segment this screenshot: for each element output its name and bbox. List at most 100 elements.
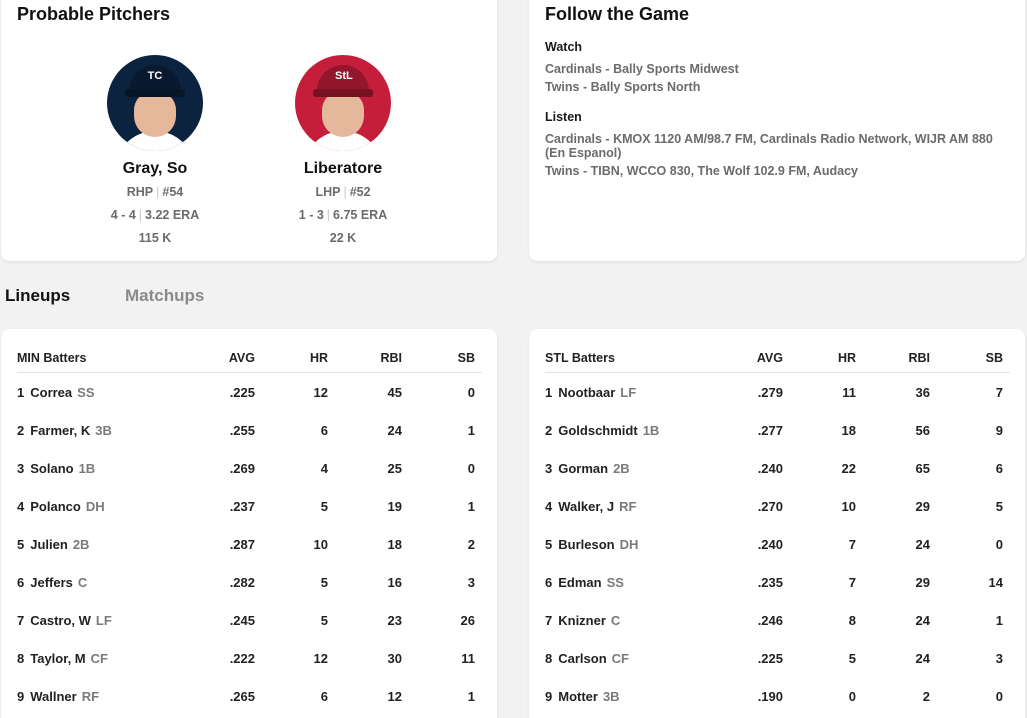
batter-name-link[interactable]: Carlson [558,651,606,666]
rbi-cell: 36 [915,384,930,400]
pitcher-headshot[interactable]: TC [107,55,203,151]
batter-position: LF [95,612,112,628]
hr-cell: 8 [848,612,856,628]
batter-position: LF [620,384,637,400]
hr-cell: 12 [313,384,328,400]
pitcher-name[interactable]: Liberatore [273,160,413,178]
pitcher-strikeouts: 22 K [329,231,357,245]
batter-name-link[interactable]: Solano [30,461,73,476]
table-row: 3 Solano 1B .269 4 25 0 [17,449,482,487]
sb-cell: 0 [995,536,1003,552]
batter-name-link[interactable]: Motter [558,689,598,704]
probable-pitchers-title: Probable Pitchers [17,4,171,24]
rbi-cell: 56 [915,422,930,438]
batter-name-link[interactable]: Gorman [558,461,608,476]
batter-name-link[interactable]: Goldschmidt [558,423,637,438]
tab-matchups[interactable]: Matchups [125,286,204,306]
sb-cell: 3 [995,650,1003,666]
batting-order: 9 [17,688,25,704]
batter-position: 1B [642,422,660,438]
batter-cell: 1 Nootbaar LF [545,385,745,400]
batter-name-link[interactable]: Taylor, M [30,651,85,666]
rbi-cell: 2 [922,688,930,704]
avg-column-header[interactable]: AVG [745,351,783,365]
avg-cell: .225 [757,650,783,666]
batter-name-link[interactable]: Castro, W [30,613,91,628]
table-row: 9 Motter 3B .190 0 2 0 [545,677,1010,715]
pitcher-gray[interactable]: TC Gray, So RHP | #54 4 - 4 | 3.22 ERA 115 K [85,55,225,247]
batter-name-link[interactable]: Julien [30,537,68,552]
pitcher-headshot[interactable]: StL [295,55,391,151]
batter-name-link[interactable]: Polanco [30,499,81,514]
listen-section: Listen Cardinals - KMOX 1120 AM/98.7 FM,… [545,110,1015,182]
avg-cell: .222 [229,650,255,666]
batting-order: 4 [545,498,553,514]
batter-name-link[interactable]: Knizner [558,613,606,628]
rbi-column-header[interactable]: RBI [328,351,402,365]
batter-name-link[interactable]: Wallner [30,689,76,704]
hr-cell: 6 [320,688,328,704]
batter-name-link[interactable]: Nootbaar [558,385,615,400]
tab-lineups[interactable]: Lineups [5,286,70,306]
pitcher-name[interactable]: Gray, So [85,160,225,178]
avg-cell: .240 [757,460,783,476]
avg-cell: .237 [229,498,255,514]
batter-cell: 9 Motter 3B [545,689,745,704]
rbi-column-header[interactable]: RBI [856,351,930,365]
sb-column-header[interactable]: SB [402,351,475,365]
table-row: 7 Castro, W LF .245 5 23 26 [17,601,482,639]
hr-cell: 5 [320,498,328,514]
batter-name-link[interactable]: Walker, J [558,499,614,514]
batter-cell: 5 Julien 2B [17,537,217,552]
avg-cell: .246 [757,612,783,628]
batter-name-link[interactable]: Jeffers [30,575,73,590]
batter-position: 3B [95,422,112,438]
avg-cell: .240 [757,536,783,552]
rbi-cell: 18 [387,536,402,552]
batter-position: C [77,574,88,590]
sb-cell: 2 [467,536,475,552]
batter-name-link[interactable]: Correa [30,385,72,400]
pitcher-liberatore[interactable]: StL Liberatore LHP | #52 1 - 3 | 6.75 ERA 22… [273,55,413,247]
batter-name-link[interactable]: Burleson [558,537,614,552]
batter-cell: 9 Wallner RF [17,689,217,704]
avg-cell: .279 [757,384,783,400]
hr-cell: 0 [848,688,856,704]
sb-cell: 0 [995,688,1003,704]
batter-name-link[interactable]: Edman [558,575,601,590]
pitcher-record-era: 1 - 3 | 6.75 ERA [298,208,388,222]
listen-heading: Listen [545,110,582,124]
rbi-cell: 65 [915,460,930,476]
batting-order: 3 [17,460,25,476]
batter-position: CF [90,650,108,666]
hr-cell: 11 [842,384,856,400]
batter-name-link[interactable]: Farmer, K [30,423,90,438]
sb-column-header[interactable]: SB [930,351,1003,365]
rbi-cell: 25 [387,460,402,476]
batter-cell: 3 Gorman 2B [545,461,745,476]
batter-cell: 1 Correa SS [17,385,217,400]
table-row: 1 Nootbaar LF .279 11 36 7 [545,373,1010,411]
hr-column-header[interactable]: HR [783,351,856,365]
pitcher-era: 6.75 ERA [333,208,388,222]
rbi-cell: 19 [387,498,402,514]
table-row: 2 Farmer, K 3B .255 6 24 1 [17,411,482,449]
batter-cell: 7 Knizner C [545,613,745,628]
watch-heading: Watch [545,40,583,54]
batting-order: 4 [17,498,25,514]
avg-cell: .269 [229,460,255,476]
batting-order: 5 [545,536,553,552]
sb-cell: 5 [995,498,1003,514]
hr-cell: 12 [313,650,328,666]
hr-cell: 7 [848,536,856,552]
hr-column-header[interactable]: HR [255,351,328,365]
batter-position: 1B [78,460,96,476]
batting-order: 5 [17,536,25,552]
sb-cell: 1 [467,422,475,438]
avg-cell: .265 [229,688,255,704]
rbi-cell: 24 [915,536,930,552]
avg-column-header[interactable]: AVG [217,351,255,365]
avg-cell: .277 [757,422,783,438]
batter-cell: 5 Burleson DH [545,537,745,552]
avg-cell: .190 [757,688,783,704]
